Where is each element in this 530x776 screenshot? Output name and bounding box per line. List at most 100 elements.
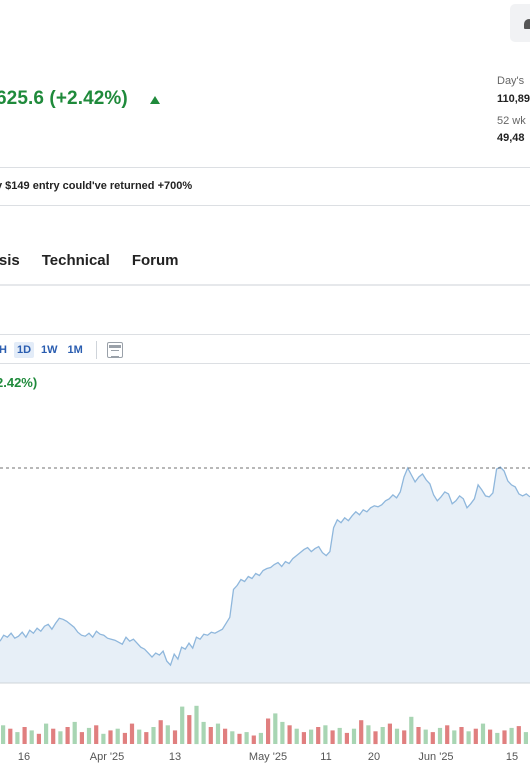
volume-bar: [1, 725, 6, 744]
volume-bar: [301, 732, 306, 744]
volume-bar: [22, 727, 27, 744]
volume-bar: [58, 731, 63, 745]
volume-bar: [309, 729, 314, 744]
volume-bar: [509, 727, 514, 744]
volume-bar: [94, 725, 99, 744]
volume-bar: [416, 727, 421, 744]
volume-bar: [194, 705, 199, 745]
calendar-icon[interactable]: [106, 342, 123, 358]
days-range-value: 110,89: [497, 93, 530, 105]
volume-bar: [452, 730, 457, 744]
alert-button[interactable]: [510, 4, 530, 42]
volume-bar: [144, 732, 149, 744]
volume-bar: [459, 727, 464, 744]
volume-bar: [287, 725, 292, 744]
volume-bar: [258, 732, 263, 744]
volume-bar: [445, 725, 450, 744]
toolbar-separator: [95, 341, 97, 359]
section-tabs: alysis Technical Forum: [0, 252, 178, 269]
tab-technical[interactable]: Technical: [42, 252, 110, 269]
volume-bar: [251, 735, 256, 744]
x-tick-label: 11: [320, 751, 331, 763]
volume-bar: [359, 720, 364, 744]
week52-range-value: 49,48: [497, 132, 525, 144]
timeframe-selector: H 1D 1W 1M: [0, 340, 123, 360]
volume-bar: [208, 727, 213, 744]
divider: [0, 205, 530, 206]
volume-bar: [402, 730, 407, 744]
volume-bar: [29, 730, 34, 744]
volume-bar: [180, 706, 185, 744]
price-change: 625.6 (+2.42%): [0, 88, 128, 109]
volume-bar: [351, 728, 357, 744]
price-chart[interactable]: 16 Apr '25 13 May '25 11 20 Jun '25 15: [0, 430, 530, 770]
timeframe-hour-button[interactable]: H: [0, 342, 10, 358]
volume-bar: [344, 732, 349, 744]
volume-bar: [323, 725, 328, 744]
volume-bar: [480, 723, 486, 744]
volume-bar: [244, 732, 249, 744]
volume-bar: [201, 721, 206, 744]
volume-bar: [223, 728, 228, 744]
promo-banner[interactable]: y $149 entry could've returned +700%: [0, 180, 192, 192]
chart-change-label: 2.42%): [0, 375, 38, 390]
up-triangle-icon: [150, 96, 160, 104]
volume-bar: [72, 721, 77, 744]
volume-bar: [15, 732, 20, 744]
volume-bar: [280, 721, 285, 744]
days-range-label: Day's: [497, 75, 525, 87]
volume-bar: [366, 725, 371, 744]
timeframe-1m-button[interactable]: 1M: [65, 342, 86, 358]
volume-bar: [466, 731, 471, 745]
x-tick-label: 13: [169, 751, 181, 763]
volume-bar: [65, 727, 70, 744]
volume-bar: [495, 732, 500, 744]
volume-bar: [86, 727, 92, 744]
volume-bar: [423, 729, 428, 744]
volume-bar: [165, 725, 170, 744]
volume-bar: [394, 728, 400, 744]
volume-bar: [8, 728, 13, 744]
volume-bar: [430, 732, 435, 744]
volume-bar: [473, 728, 478, 744]
x-tick-label: May '25: [249, 751, 287, 763]
volume-bar: [373, 731, 378, 745]
x-tick-label: 20: [368, 751, 380, 763]
volume-bar: [516, 726, 521, 744]
tab-forum[interactable]: Forum: [132, 252, 179, 269]
volume-bar: [51, 728, 56, 744]
volume-bar: [316, 727, 321, 744]
volume-bar: [523, 732, 528, 744]
volume-bar: [122, 732, 127, 744]
divider: [0, 167, 530, 168]
volume-bar: [237, 733, 242, 744]
x-tick-label: 16: [18, 751, 30, 763]
volume-bar: [79, 732, 84, 744]
divider: [0, 284, 530, 286]
volume-bar: [172, 730, 178, 744]
volume-bar: [101, 733, 106, 744]
volume-bar: [266, 718, 271, 744]
week52-range-label: 52 wk: [497, 115, 526, 127]
x-tick-label: Apr '25: [90, 751, 125, 763]
x-tick-label: 15: [506, 751, 518, 763]
volume-bar: [337, 727, 342, 744]
timeframe-1d-button[interactable]: 1D: [13, 342, 35, 358]
volume-bar: [230, 731, 235, 745]
volume-bar: [158, 720, 163, 744]
timeframe-1w-button[interactable]: 1W: [38, 342, 61, 358]
volume-bar: [437, 727, 443, 744]
volume-bar: [215, 723, 221, 744]
volume-bar: [488, 729, 493, 744]
tab-analysis[interactable]: alysis: [0, 252, 20, 269]
bell-icon: [524, 19, 530, 29]
volume-bar: [36, 733, 41, 744]
divider: [0, 363, 530, 364]
volume-bar: [137, 729, 142, 744]
volume-bar: [115, 728, 120, 744]
volume-bar: [330, 730, 335, 744]
x-tick-label: Jun '25: [418, 751, 453, 763]
volume-bar: [187, 715, 192, 744]
volume-bar: [380, 727, 385, 744]
volume-bar: [273, 713, 278, 744]
